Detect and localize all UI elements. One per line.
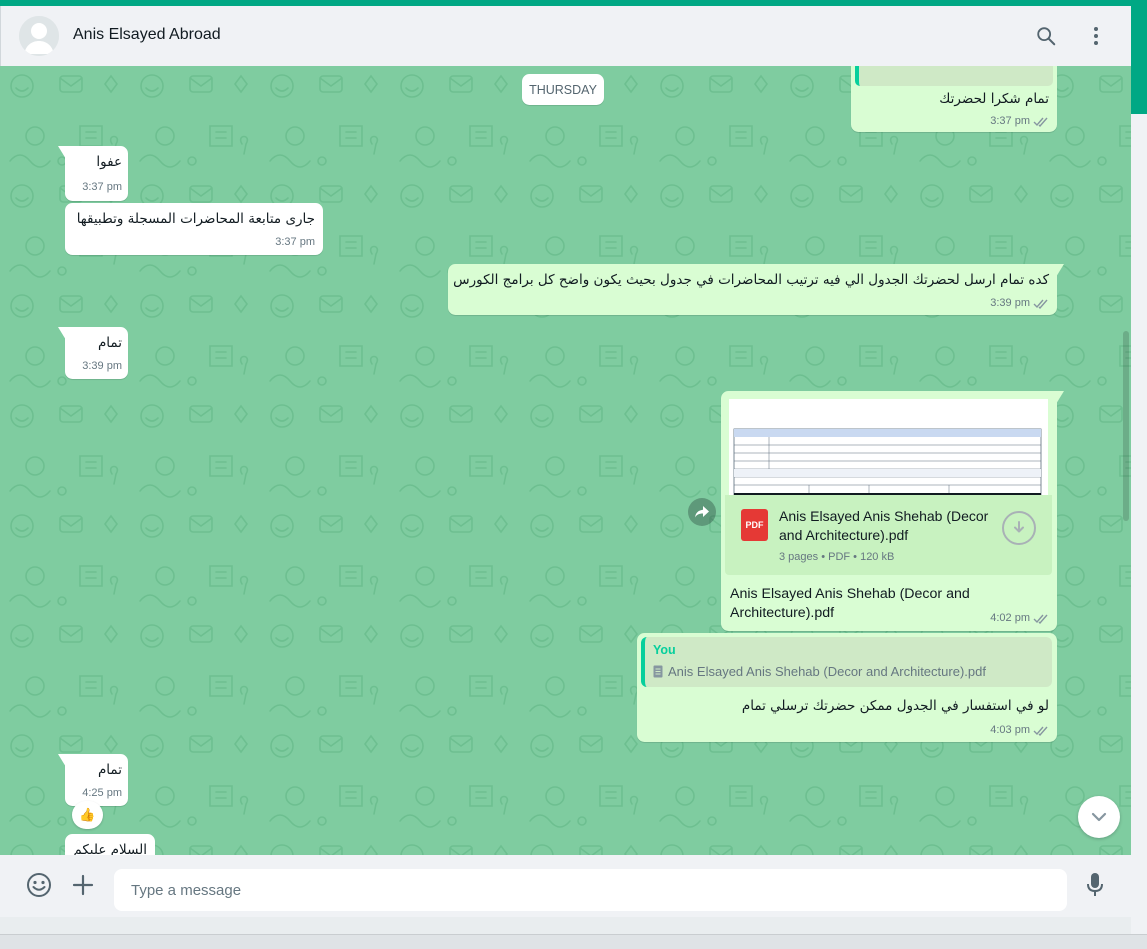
bubble-tail <box>58 327 66 340</box>
os-taskbar <box>0 934 1147 949</box>
message-bubble-incoming[interactable]: تمام 3:39 pm <box>58 327 128 379</box>
right-edge-panel <box>1131 114 1147 934</box>
pdf-thumbnail[interactable] <box>729 399 1048 495</box>
message-time: 3:37 pm <box>82 181 122 193</box>
scroll-to-bottom-button[interactable] <box>1078 796 1120 838</box>
double-check-icon <box>1033 726 1048 736</box>
pdf-page-preview <box>733 428 1042 495</box>
message-time: 3:39 pm <box>990 297 1030 309</box>
default-avatar-icon <box>19 16 59 56</box>
document-info: 3 pages • PDF • 120 kB <box>779 551 895 563</box>
double-check-icon <box>1033 117 1048 127</box>
attach-button[interactable] <box>68 870 98 900</box>
message-text: تمام <box>97 335 122 351</box>
quoted-message[interactable]: You Anis Elsayed Anis Shehab (Decor and … <box>641 637 1052 687</box>
message-bubble-outgoing[interactable]: كده تمام ارسل لحضرتك الجدول الي فيه ترتي… <box>448 264 1064 315</box>
quoted-reply-fragment <box>855 66 1053 86</box>
search-icon <box>1037 27 1056 46</box>
message-bubble-outgoing[interactable]: تمام شكرا لحضرتك 3:37 pm <box>851 66 1057 132</box>
reaction-badge[interactable]: 👍 <box>72 801 103 829</box>
message-text: كده تمام ارسل لحضرتك الجدول الي فيه ترتي… <box>453 272 1049 288</box>
message-bubble-incoming[interactable]: جارى متابعة المحاضرات المسجلة وتطبيقها 3… <box>65 203 323 255</box>
document-caption: Anis Elsayed Anis Shehab (Decor and Arch… <box>730 586 970 621</box>
message-bubble-incoming[interactable]: تمام 4:25 pm <box>58 754 128 806</box>
message-text: تمام شكرا لحضرتك <box>939 91 1049 107</box>
forward-button[interactable] <box>688 498 716 526</box>
emoji-icon <box>27 873 51 897</box>
message-time: 4:02 pm <box>990 612 1030 624</box>
contact-name[interactable]: Anis Elsayed Abroad <box>73 26 221 44</box>
message-bubble-incoming[interactable]: عفوا 3:37 pm <box>58 146 128 201</box>
message-bubble-reply[interactable]: You Anis Elsayed Anis Shehab (Decor and … <box>637 633 1057 742</box>
message-text: تمام <box>97 762 122 778</box>
bubble-tail <box>1056 264 1064 277</box>
pdf-file-icon: PDF <box>741 509 768 541</box>
message-meta: 3:39 pm <box>990 297 1049 309</box>
download-icon <box>1014 521 1024 533</box>
message-meta: 4:02 pm <box>990 612 1049 624</box>
message-time: 4:25 pm <box>82 787 122 799</box>
emoji-button[interactable] <box>24 870 54 900</box>
chat-menu-button[interactable] <box>1081 21 1111 51</box>
quote-content: Anis Elsayed Anis Shehab (Decor and Arch… <box>653 664 986 679</box>
quote-text: Anis Elsayed Anis Shehab (Decor and Arch… <box>668 664 986 679</box>
message-meta: 3:37 pm <box>990 115 1049 127</box>
double-check-icon <box>1033 614 1048 624</box>
message-time: 3:37 pm <box>990 115 1030 127</box>
message-list[interactable]: THURSDAY تمام شكرا لحضرتك 3:37 pm عفوا 3… <box>0 66 1131 855</box>
menu-icon <box>1094 27 1098 45</box>
message-bubble-incoming[interactable]: السلام عليكم <box>65 834 155 855</box>
message-bubble-document[interactable]: PDF Anis Elsayed Anis Shehab (Decor and … <box>721 391 1064 631</box>
message-time: 3:39 pm <box>82 360 122 372</box>
message-input[interactable] <box>114 869 1067 911</box>
chat-header: Anis Elsayed Abroad <box>0 6 1131 66</box>
day-separator: THURSDAY <box>522 74 604 105</box>
message-time: 4:03 pm <box>990 724 1030 736</box>
attach-plus-icon <box>72 874 94 896</box>
message-text: السلام عليكم <box>73 842 147 855</box>
microphone-icon <box>1087 873 1103 896</box>
document-row[interactable]: PDF Anis Elsayed Anis Shehab (Decor and … <box>725 495 1052 575</box>
contact-avatar[interactable] <box>19 16 59 56</box>
search-button[interactable] <box>1031 21 1061 51</box>
download-button[interactable] <box>1002 511 1036 545</box>
message-time: 3:37 pm <box>275 236 315 248</box>
message-text: لو في استفسار في الجدول ممكن حضرتك ترسلي… <box>741 698 1049 714</box>
document-icon <box>653 665 663 678</box>
message-composer <box>0 855 1131 917</box>
double-check-icon <box>1033 299 1048 309</box>
chevron-down-icon <box>1091 812 1107 822</box>
bubble-tail <box>58 146 66 159</box>
message-text: جارى متابعة المحاضرات المسجلة وتطبيقها <box>76 211 315 227</box>
chat-scrollbar[interactable] <box>1123 331 1129 521</box>
document-file-name: Anis Elsayed Anis Shehab (Decor and Arch… <box>779 508 989 543</box>
forward-icon <box>695 506 709 518</box>
right-edge-accent <box>1131 6 1147 114</box>
voice-message-button[interactable] <box>1080 870 1110 900</box>
bubble-tail <box>1056 391 1064 404</box>
quote-author: You <box>653 643 676 657</box>
bubble-tail <box>58 754 66 767</box>
chat-window: Anis Elsayed Abroad THURSDAY تمام شكرا ل… <box>0 6 1131 934</box>
message-text: عفوا <box>96 154 122 170</box>
message-meta: 4:03 pm <box>990 724 1049 736</box>
